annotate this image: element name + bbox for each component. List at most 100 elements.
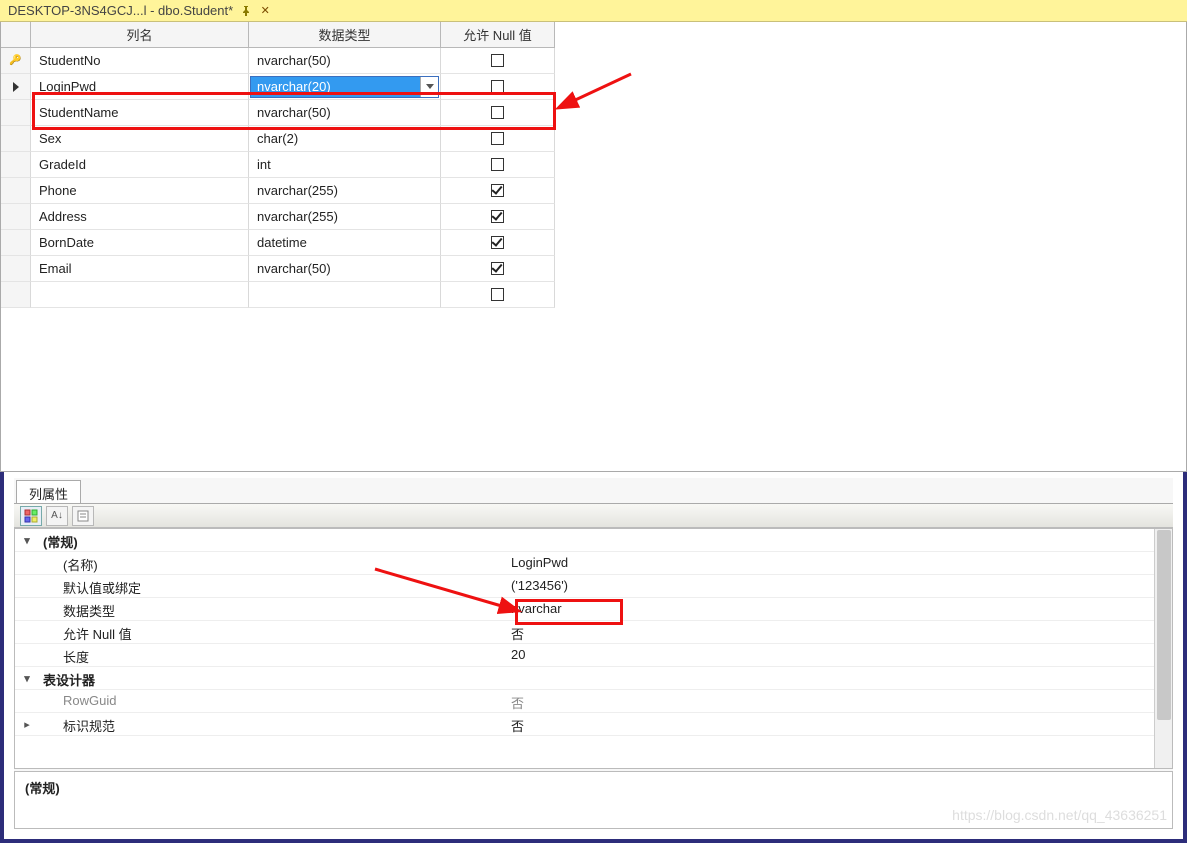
table-row[interactable]: Sexchar(2): [1, 126, 1186, 152]
null-checkbox[interactable]: [491, 54, 504, 67]
table-row[interactable]: Addressnvarchar(255): [1, 204, 1186, 230]
table-row[interactable]: GradeIdint: [1, 152, 1186, 178]
property-row[interactable]: 数据类型nvarchar: [15, 598, 1172, 621]
null-checkbox[interactable]: [491, 210, 504, 223]
cell-column-name[interactable]: Email: [31, 256, 249, 282]
row-selector[interactable]: [1, 204, 31, 230]
cell-column-name[interactable]: [31, 282, 249, 308]
cell-data-type[interactable]: nvarchar(20): [249, 74, 441, 100]
property-value[interactable]: ('123456'): [505, 575, 1172, 597]
property-value[interactable]: nvarchar: [505, 598, 1172, 620]
table-row[interactable]: 🔑StudentNonvarchar(50): [1, 48, 1186, 74]
cell-data-type[interactable]: int: [249, 152, 441, 178]
table-row[interactable]: [1, 282, 1186, 308]
property-row[interactable]: 长度20: [15, 644, 1172, 667]
cell-allow-null[interactable]: [441, 48, 555, 74]
table-row[interactable]: BornDatedatetime: [1, 230, 1186, 256]
chevron-down-icon[interactable]: [420, 77, 438, 97]
categorized-button[interactable]: [20, 506, 42, 526]
close-icon[interactable]: ✕: [259, 5, 271, 17]
header-null[interactable]: 允许 Null 值: [441, 22, 555, 48]
null-checkbox[interactable]: [491, 236, 504, 249]
prop-category-designer[interactable]: ▾ 表设计器: [15, 667, 1172, 690]
cell-column-name[interactable]: GradeId: [31, 152, 249, 178]
props-page-button[interactable]: [72, 506, 94, 526]
prop-category-general[interactable]: ▾ (常规): [15, 529, 1172, 552]
null-checkbox[interactable]: [491, 262, 504, 275]
header-name[interactable]: 列名: [31, 22, 249, 48]
property-row[interactable]: (名称)LoginPwd: [15, 552, 1172, 575]
collapse-icon[interactable]: ▾: [15, 667, 39, 689]
pin-icon[interactable]: [241, 6, 251, 16]
document-tab[interactable]: DESKTOP-3NS4GCJ...l - dbo.Student* ✕: [0, 0, 279, 21]
table-row[interactable]: Phonenvarchar(255): [1, 178, 1186, 204]
cell-allow-null[interactable]: [441, 100, 555, 126]
cell-allow-null[interactable]: [441, 152, 555, 178]
cell-column-name[interactable]: LoginPwd: [31, 74, 249, 100]
cell-column-name[interactable]: Address: [31, 204, 249, 230]
expand-icon[interactable]: ▸: [15, 713, 39, 735]
property-value[interactable]: 20: [505, 644, 1172, 666]
null-checkbox[interactable]: [491, 288, 504, 301]
cell-data-type[interactable]: nvarchar(50): [249, 100, 441, 126]
row-selector[interactable]: [1, 100, 31, 126]
collapse-icon[interactable]: ▾: [15, 529, 39, 551]
cell-allow-null[interactable]: [441, 178, 555, 204]
null-checkbox[interactable]: [491, 132, 504, 145]
cell-data-type[interactable]: nvarchar(255): [249, 204, 441, 230]
property-value[interactable]: 否: [505, 713, 1172, 735]
cell-data-type[interactable]: [249, 282, 441, 308]
header-type[interactable]: 数据类型: [249, 22, 441, 48]
cell-allow-null[interactable]: [441, 204, 555, 230]
row-selector[interactable]: 🔑: [1, 48, 31, 74]
property-grid[interactable]: ▾ (常规) (名称)LoginPwd默认值或绑定('123456')数据类型n…: [14, 528, 1173, 769]
cell-data-type[interactable]: nvarchar(50): [249, 256, 441, 282]
alphabetical-button[interactable]: A↓: [46, 506, 68, 526]
row-selector[interactable]: [1, 178, 31, 204]
datatype-input[interactable]: nvarchar(20): [251, 77, 420, 97]
cell-data-type[interactable]: nvarchar(50): [249, 48, 441, 74]
cell-data-type[interactable]: datetime: [249, 230, 441, 256]
scrollbar[interactable]: [1154, 529, 1172, 768]
expand-icon[interactable]: [15, 644, 39, 666]
expand-icon[interactable]: [15, 552, 39, 574]
row-selector[interactable]: [1, 126, 31, 152]
row-selector[interactable]: [1, 256, 31, 282]
property-row[interactable]: 默认值或绑定('123456'): [15, 575, 1172, 598]
cell-allow-null[interactable]: [441, 126, 555, 152]
cell-column-name[interactable]: Phone: [31, 178, 249, 204]
table-row[interactable]: Emailnvarchar(50): [1, 256, 1186, 282]
cell-column-name[interactable]: StudentName: [31, 100, 249, 126]
row-selector[interactable]: [1, 74, 31, 100]
cell-data-type[interactable]: nvarchar(255): [249, 178, 441, 204]
property-row[interactable]: 允许 Null 值否: [15, 621, 1172, 644]
table-row[interactable]: LoginPwdnvarchar(20): [1, 74, 1186, 100]
property-value[interactable]: 否: [505, 690, 1172, 712]
property-row[interactable]: RowGuid否: [15, 690, 1172, 713]
cell-allow-null[interactable]: [441, 230, 555, 256]
null-checkbox[interactable]: [491, 158, 504, 171]
expand-icon[interactable]: [15, 598, 39, 620]
cell-allow-null[interactable]: [441, 282, 555, 308]
cell-allow-null[interactable]: [441, 256, 555, 282]
null-checkbox[interactable]: [491, 106, 504, 119]
row-selector[interactable]: [1, 152, 31, 178]
expand-icon[interactable]: [15, 621, 39, 643]
row-selector[interactable]: [1, 230, 31, 256]
expand-icon[interactable]: [15, 575, 39, 597]
null-checkbox[interactable]: [491, 184, 504, 197]
table-row[interactable]: StudentNamenvarchar(50): [1, 100, 1186, 126]
props-tab-column[interactable]: 列属性: [16, 480, 81, 503]
null-checkbox[interactable]: [491, 80, 504, 93]
cell-data-type[interactable]: char(2): [249, 126, 441, 152]
property-row[interactable]: ▸标识规范否: [15, 713, 1172, 736]
cell-allow-null[interactable]: [441, 74, 555, 100]
scroll-thumb[interactable]: [1157, 530, 1171, 720]
expand-icon[interactable]: [15, 690, 39, 712]
property-value[interactable]: 否: [505, 621, 1172, 643]
cell-column-name[interactable]: BornDate: [31, 230, 249, 256]
cell-column-name[interactable]: Sex: [31, 126, 249, 152]
row-selector[interactable]: [1, 282, 31, 308]
cell-column-name[interactable]: StudentNo: [31, 48, 249, 74]
property-value[interactable]: LoginPwd: [505, 552, 1172, 574]
